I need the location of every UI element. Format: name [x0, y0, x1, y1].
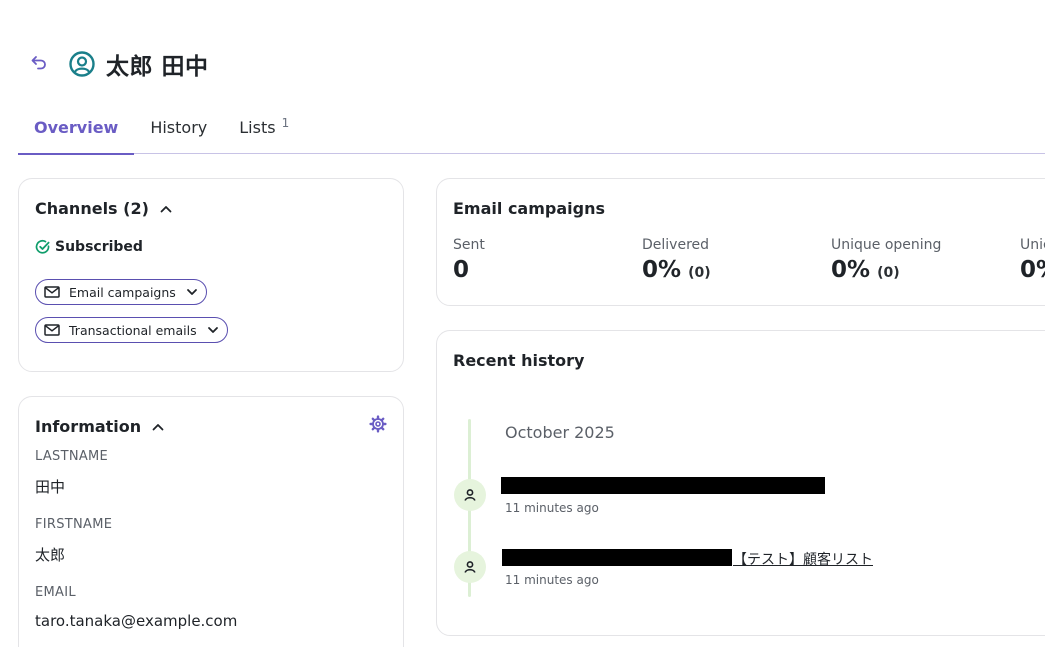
tab-overview[interactable]: Overview [18, 100, 135, 155]
recent-history-title: Recent history [453, 351, 585, 370]
channels-title: Channels (2) [35, 199, 149, 218]
tab-label: Lists [239, 117, 276, 137]
mail-icon [44, 286, 60, 298]
tab-label: Overview [34, 117, 119, 137]
channels-toggle[interactable]: Channels (2) [35, 199, 173, 218]
user-icon [454, 479, 486, 511]
email-label: EMAIL [35, 585, 76, 600]
redacted-event-text [502, 549, 732, 566]
stat-label: Unic [1020, 237, 1045, 253]
chevron-up-icon [159, 202, 173, 216]
chevron-down-icon [186, 286, 198, 298]
stat-number: 0 [453, 257, 470, 283]
email-value: taro.tanaka@example.com [35, 612, 238, 630]
stat-delivered: Delivered 0% (0) [642, 237, 711, 283]
information-toggle[interactable]: Information [35, 417, 165, 436]
stat-sent: Sent 0 [453, 237, 485, 283]
stat-label: Delivered [642, 237, 710, 253]
event-time: 11 minutes ago [505, 501, 599, 515]
user-icon [454, 551, 486, 583]
chevron-down-icon [207, 324, 219, 336]
information-card: Information LASTNAME 田中 FIRSTNAME 太郎 EMA… [18, 396, 404, 647]
tab-count-badge: 1 [281, 116, 290, 130]
mail-icon [44, 324, 60, 336]
stat-unique-opening: Unique opening 0% (0) [831, 237, 941, 283]
channels-card: Channels (2) Subscribed Email campaigns [18, 178, 404, 372]
check-circle-icon [35, 239, 51, 255]
stat-count: (0) [688, 265, 711, 281]
recent-history-card: Recent history October 2025 11 minutes a… [436, 330, 1045, 636]
back-button[interactable] [28, 53, 50, 75]
stat-value: 0% (0) [642, 257, 711, 283]
firstname-value: 太郎 [35, 546, 66, 564]
redacted-event-text [501, 477, 825, 494]
tab-bar: Overview History Lists 1 [18, 100, 1045, 155]
email-campaigns-title: Email campaigns [453, 199, 605, 218]
status-label: Subscribed [55, 239, 143, 255]
lastname-label: LASTNAME [35, 449, 109, 464]
stat-unique-clicks: Unic 0% [1020, 237, 1045, 283]
stat-number: 0% [1020, 257, 1045, 283]
settings-button[interactable] [369, 415, 387, 437]
channel-label: Transactional emails [69, 322, 197, 338]
tab-label: History [150, 117, 208, 137]
tab-history[interactable]: History [134, 100, 223, 154]
undo-arrow-icon [30, 53, 48, 75]
page-header: 太郎 田中 [28, 46, 209, 82]
stat-number: 0% [642, 257, 682, 283]
stat-count: (0) [877, 265, 900, 281]
lastname-value: 田中 [35, 478, 66, 496]
timeline-month: October 2025 [505, 423, 615, 442]
stat-value: 0% (0) [831, 257, 941, 283]
stat-label: Unique opening [831, 237, 942, 253]
stat-value: 0 [453, 257, 485, 283]
email-campaigns-channel-button[interactable]: Email campaigns [35, 279, 207, 305]
chevron-up-icon [151, 420, 165, 434]
information-title: Information [35, 417, 142, 436]
stat-label: Sent [453, 237, 485, 253]
tab-lists[interactable]: Lists 1 [223, 100, 305, 154]
contact-page: 太郎 田中 Overview History Lists 1 Channels … [0, 0, 1045, 647]
email-campaigns-card: Email campaigns Sent 0 Delivered 0% (0) … [436, 178, 1045, 306]
transactional-emails-channel-button[interactable]: Transactional emails [35, 317, 228, 343]
stat-value: 0% [1020, 257, 1045, 283]
stat-number: 0% [831, 257, 871, 283]
firstname-label: FIRSTNAME [35, 517, 113, 532]
list-link[interactable]: 【テスト】顧客リスト [733, 549, 873, 569]
page-title: 太郎 田中 [106, 54, 209, 80]
event-time: 11 minutes ago [505, 573, 599, 587]
channel-label: Email campaigns [69, 284, 176, 300]
subscription-status: Subscribed [35, 239, 143, 255]
user-circle-icon [68, 50, 96, 78]
gear-icon [369, 415, 387, 437]
